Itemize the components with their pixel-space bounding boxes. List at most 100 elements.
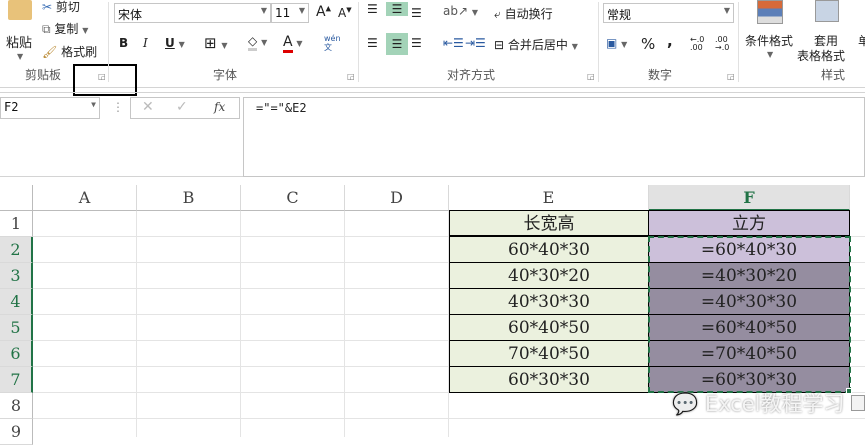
bold-button[interactable]: B [119,36,128,50]
align-right-button[interactable]: ☰ [411,36,422,50]
phonetic-button[interactable]: wén 文 [324,34,341,52]
font-size-value: 11 [275,6,291,20]
conditional-format-button[interactable]: 条件格式 [745,32,793,49]
conditional-format-dropdown[interactable]: ▼ [767,50,773,59]
decrease-indent-button[interactable]: ⇤☰ [443,36,464,50]
align-middle-button[interactable]: ☰ [386,2,408,16]
align-bottom-button[interactable]: ☰ [411,6,422,20]
merge-label: 合并后居中 [507,38,568,52]
comma-button[interactable]: , [667,32,673,50]
row-header-2[interactable]: 2 [0,237,33,263]
alignment-launcher-icon[interactable]: ◲ [587,72,595,81]
fill-color-button[interactable]: ◇ ▼ [248,34,267,51]
grow-font-button[interactable]: A▲ [316,4,331,20]
watermark-text: Excel教程学习 [704,392,845,416]
paste-icon [8,0,32,20]
cell-e3[interactable]: 40*30*20 [449,262,649,289]
table-format-label2[interactable]: 表格格式 [797,47,845,64]
increase-indent-button[interactable]: ⇥☰ [465,36,486,50]
font-group-label: 字体 [213,68,238,82]
row-header-1[interactable]: 1 [0,211,33,237]
watermark: 💬 Excel教程学习 [672,388,844,418]
italic-button[interactable]: I [143,36,148,50]
selection-marquee [648,236,851,393]
borders-button[interactable]: ⊞ ▼ [204,34,228,52]
insert-function-button[interactable]: fx [214,100,225,114]
format-painter-label: 格式刷 [61,45,98,59]
fill-handle[interactable] [846,388,852,394]
enter-icon[interactable]: ✓ [176,99,188,115]
wechat-icon: 💬 [672,392,699,416]
column-header-f[interactable]: F [649,185,850,211]
accounting-format-button[interactable]: ▣ ▼ [606,36,627,50]
cell-e6[interactable]: 70*40*50 [449,340,649,367]
formula-bar-grip[interactable]: ⋮ [112,100,124,114]
paste-options-icon[interactable] [851,395,865,411]
paint-bucket-icon: ◇ [248,34,258,51]
format-painter-button[interactable]: 🖌 格式刷 [42,43,97,60]
underline-label: U [165,36,175,50]
row-header-7[interactable]: 7 [0,367,33,393]
font-launcher-icon[interactable]: ◲ [347,72,355,81]
alignment-group-label: 对齐方式 [447,68,496,82]
header-cell-e1[interactable]: 长宽高 [449,210,649,236]
number-format-value: 常规 [607,8,632,22]
number-launcher-icon[interactable]: ◲ [727,72,735,81]
column-header-c[interactable]: C [241,185,345,211]
divider [738,2,739,82]
row-header-8[interactable]: 8 [0,393,33,419]
row-header-4[interactable]: 4 [0,289,33,315]
merge-icon: ⊟ [494,38,505,52]
underline-button[interactable]: U ▼ [165,36,185,50]
increase-decimal-button[interactable]: ←.0 .00 [690,36,710,52]
clipboard-group-label: 剪贴板 [25,68,62,82]
decrease-decimal-button[interactable]: .00 →.0 [715,36,735,52]
column-header-a[interactable]: A [33,185,137,211]
paste-button[interactable]: 粘贴 [6,32,32,51]
font-name-value: 宋体 [118,8,143,22]
column-header-b[interactable]: B [137,185,241,211]
cut-label: 剪切 [55,0,80,14]
row-header-5[interactable]: 5 [0,315,33,341]
cancel-icon[interactable]: ✕ [142,99,154,115]
copy-label: 复制 [54,22,79,36]
number-format-select[interactable]: 常规 ▼ [603,3,734,23]
row-header-6[interactable]: 6 [0,341,33,367]
row-header-3[interactable]: 3 [0,263,33,289]
wrap-text-button[interactable]: ⤶ 自动换行 [494,5,553,22]
orientation-button[interactable]: ab↗ ▼ [443,4,478,18]
percent-button[interactable]: % [641,35,655,53]
ribbon: 粘贴 ▼ ✂ 剪切 ⧉ 复制 ▼ 🖌 格式刷 剪贴板 ◲ 宋体 ▼ 11 ▼ A▲ … [0,0,865,96]
formula-text: ="="&E2 [256,101,307,115]
name-box-value: F2 [4,100,19,114]
shrink-font-button[interactable]: A▼ [338,6,352,20]
wrap-text-icon: ⤶ [494,7,501,21]
column-header-e[interactable]: E [449,185,649,211]
merge-center-button[interactable]: ⊟ 合并后居中 ▼ [494,36,578,53]
column-header-d[interactable]: D [345,185,449,211]
currency-icon: ▣ [606,36,618,50]
cell-e5[interactable]: 60*40*50 [449,314,649,341]
font-color-button[interactable]: A ▼ [283,34,303,53]
font-name-select[interactable]: 宋体 ▼ [114,3,271,23]
copy-button[interactable]: ⧉ 复制 ▼ [42,20,88,37]
table-format-icon [815,0,839,22]
align-center-button[interactable]: ☰ [386,33,408,55]
font-color-icon: A [283,34,293,53]
cell-styles-button[interactable]: 单 [858,32,865,49]
font-size-select[interactable]: 11 ▼ [271,3,309,23]
header-cell-f1[interactable]: 立方 [648,210,850,236]
cell-e4[interactable]: 40*30*30 [449,288,649,315]
cell-e7[interactable]: 60*30*30 [449,366,649,393]
name-box[interactable]: F2 ▼ [0,97,100,119]
row-header-9[interactable]: 9 [0,419,33,445]
divider [598,2,599,82]
paste-dropdown[interactable]: ▼ [17,52,23,61]
copy-icon: ⧉ [42,22,51,36]
cell-e2[interactable]: 60*40*30 [449,236,649,263]
align-left-button[interactable]: ☰ [367,36,378,50]
select-all-corner[interactable] [0,185,33,211]
cut-button[interactable]: ✂ 剪切 [42,0,80,15]
align-top-button[interactable]: ☰ [367,2,378,16]
formula-input[interactable]: ="="&E2 [243,97,865,177]
